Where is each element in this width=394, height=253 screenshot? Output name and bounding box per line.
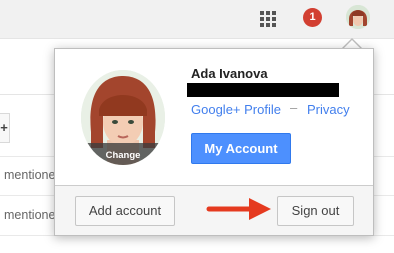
sign-out-button[interactable]: Sign out bbox=[277, 196, 354, 226]
add-tab-button[interactable]: + bbox=[0, 113, 10, 143]
apps-grid-icon[interactable] bbox=[260, 11, 276, 27]
top-bar: 1 bbox=[0, 0, 394, 39]
google-plus-profile-link[interactable]: Google+ Profile bbox=[191, 102, 281, 117]
list-item[interactable]: mentione bbox=[4, 168, 55, 182]
user-avatar-icon[interactable] bbox=[346, 5, 370, 29]
list-item[interactable]: mentione bbox=[4, 208, 55, 222]
add-account-button[interactable]: Add account bbox=[75, 196, 175, 226]
my-account-button[interactable]: My Account bbox=[191, 133, 291, 164]
account-name: Ada Ivanova bbox=[191, 66, 268, 81]
privacy-link[interactable]: Privacy bbox=[307, 102, 350, 117]
change-photo-label[interactable]: Change bbox=[81, 150, 165, 161]
red-arrow-annotation bbox=[206, 198, 271, 220]
profile-photo[interactable]: Change bbox=[81, 70, 165, 165]
redacted-email bbox=[187, 83, 339, 97]
link-separator: – bbox=[290, 100, 298, 115]
notification-badge[interactable]: 1 bbox=[303, 8, 322, 27]
